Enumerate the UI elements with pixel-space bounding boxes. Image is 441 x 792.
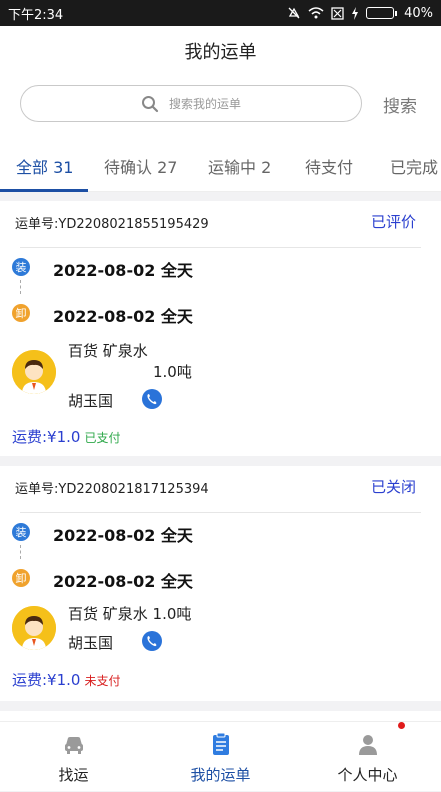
route-connector — [20, 545, 21, 559]
sim-icon — [331, 6, 344, 20]
nav-label: 找运 — [58, 766, 89, 784]
nav-personal-center[interactable]: 个人中心 — [294, 722, 441, 792]
goods-info: 百货 矿泉水 1.0吨 — [68, 605, 192, 623]
order-status[interactable]: 已评价 — [371, 211, 416, 232]
driver-name: 胡玉国 — [68, 634, 114, 652]
unload-date: 2022-08-02 全天 — [53, 307, 193, 326]
tab-pending-confirm[interactable]: 待确认 27 — [104, 154, 177, 178]
truck-icon — [64, 737, 83, 754]
divider — [20, 512, 421, 513]
battery-icon — [366, 7, 398, 19]
freight-fee-amount: 运费:¥1.0 — [12, 428, 81, 446]
status-icons: 40% — [287, 6, 433, 21]
unload-date: 2022-08-02 全天 — [53, 572, 193, 591]
order-number: 运单号:YD2208021817125394 — [15, 482, 209, 497]
freight-fee: 运费:¥1.0 未支付 — [12, 669, 120, 690]
search-button[interactable]: 搜索 — [383, 92, 417, 117]
status-bar: 下午2:34 40% — [0, 0, 441, 26]
order-status[interactable]: 已关闭 — [371, 476, 416, 497]
search-placeholder: 搜索我的运单 — [168, 97, 241, 111]
payment-status: 已支付 — [84, 431, 121, 445]
tab-completed[interactable]: 已完成 — [390, 154, 438, 178]
driver-avatar — [12, 606, 56, 650]
goods-weight: 1.0吨 — [153, 363, 192, 381]
charging-icon — [352, 6, 359, 20]
search-icon — [141, 95, 159, 112]
nav-label: 我的运单 — [190, 766, 251, 784]
route-connector — [20, 280, 21, 294]
active-tab-indicator — [0, 189, 88, 192]
divider — [20, 247, 421, 248]
status-tabs: 全部 31 待确认 27 运输中 2 待支付 已完成 — [0, 146, 441, 192]
phone-icon[interactable] — [142, 389, 162, 409]
battery-percent: 40% — [404, 5, 433, 21]
payment-status: 未支付 — [84, 674, 121, 688]
nav-label: 个人中心 — [337, 766, 398, 784]
freight-fee-amount: 运费:¥1.0 — [12, 671, 81, 689]
tab-all[interactable]: 全部 31 — [16, 154, 73, 178]
load-badge: 装 — [12, 258, 30, 276]
driver-name: 胡玉国 — [68, 392, 114, 410]
load-badge: 装 — [12, 523, 30, 541]
search-input[interactable]: 搜索我的运单 — [20, 85, 362, 122]
bottom-nav: 找运 我的运单 个人中心 — [0, 721, 441, 791]
notification-dot — [398, 722, 405, 729]
header: 我的运单 搜索我的运单 搜索 全部 31 待确认 27 运输中 2 待支付 已完… — [0, 26, 441, 192]
freight-fee: 运费:¥1.0 已支付 — [12, 426, 120, 447]
unload-badge: 卸 — [12, 304, 30, 322]
person-icon — [358, 735, 377, 755]
order-card[interactable]: 运单号:YD2208021817125394 已关闭 装 2022-08-02 … — [0, 466, 441, 701]
tab-pending-payment[interactable]: 待支付 — [305, 154, 353, 178]
order-number: 运单号:YD2208021855195429 — [15, 217, 209, 232]
order-card[interactable]: 运单号:YD2208021855195429 已评价 装 2022-08-02 … — [0, 201, 441, 456]
phone-icon[interactable] — [142, 631, 162, 651]
page-title: 我的运单 — [184, 42, 257, 63]
driver-avatar — [12, 350, 56, 394]
status-time: 下午2:34 — [8, 7, 64, 23]
wifi-icon — [308, 7, 324, 19]
nav-my-waybills[interactable]: 我的运单 — [147, 722, 294, 792]
tab-in-transit[interactable]: 运输中 2 — [208, 154, 271, 178]
nav-find-freight[interactable]: 找运 — [0, 722, 147, 792]
order-card-partial — [0, 711, 441, 721]
goods-info: 百货 矿泉水 — [68, 342, 148, 360]
mute-icon — [288, 7, 300, 19]
load-date: 2022-08-02 全天 — [53, 526, 193, 545]
waybill-icon — [212, 732, 229, 755]
unload-badge: 卸 — [12, 569, 30, 587]
load-date: 2022-08-02 全天 — [53, 261, 193, 280]
